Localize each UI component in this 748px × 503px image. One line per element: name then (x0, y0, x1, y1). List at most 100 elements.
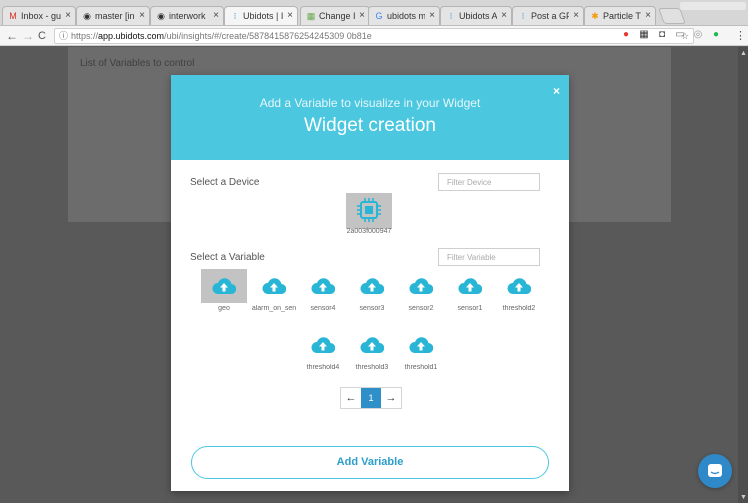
info-icon[interactable]: ⓘ (59, 29, 68, 43)
ext-cast-icon[interactable]: ▭ (674, 29, 686, 41)
browser-tab-title: Inbox - gu (21, 11, 61, 21)
device-section-label: Select a Device (190, 177, 260, 188)
current-page-button[interactable]: 1 (361, 388, 381, 408)
browser-tab[interactable]: ⁝ Post a GP × (512, 6, 584, 25)
tab-close-icon[interactable]: × (359, 10, 365, 21)
variable-tile-icon-area[interactable] (251, 269, 297, 303)
device-tile[interactable] (346, 193, 392, 229)
variable-tile-icon-area[interactable] (349, 269, 395, 303)
cloud-upload-icon (212, 278, 236, 295)
browser-tab-title: ubidots m (387, 11, 425, 21)
cloud-upload-icon (262, 278, 286, 295)
variable-tile-icon-area[interactable] (447, 269, 493, 303)
chat-launcher-button[interactable] (698, 454, 732, 488)
tab-close-icon[interactable]: × (429, 10, 435, 21)
ext-shield-icon[interactable]: ◘ (656, 29, 668, 41)
variable-filter-input[interactable] (438, 248, 540, 266)
modal-subtitle: Add a Variable to visualize in your Widg… (259, 96, 481, 110)
cloud-upload-icon (409, 337, 433, 354)
page-content: List of Variables to control ▲ ▼ Add a V… (0, 47, 748, 503)
prev-page-button[interactable]: ← (341, 388, 361, 408)
variable-tile-icon-area[interactable] (300, 328, 346, 362)
scroll-down-icon[interactable]: ▼ (740, 494, 747, 501)
pagination: ← 1 → (340, 387, 402, 409)
new-tab-button[interactable] (658, 8, 686, 24)
github-icon: ◉ (83, 11, 91, 21)
cloud-upload-icon (458, 278, 482, 295)
variable-tile-icon-area[interactable] (398, 269, 444, 303)
background-panel-label: List of Variables to control (80, 58, 195, 69)
browser-tab-title: Particle T (603, 11, 641, 21)
cloud-upload-icon (311, 278, 335, 295)
variable-tile-icon-area[interactable] (201, 269, 247, 303)
cloud-upload-icon (409, 278, 433, 295)
variable-name: threshold1 (404, 364, 438, 371)
url-host: app.ubidots.com (98, 31, 165, 41)
tab-close-icon[interactable]: × (501, 10, 507, 21)
tab-close-icon[interactable]: × (287, 10, 293, 21)
tab-close-icon[interactable]: × (139, 10, 145, 21)
ext-circle-icon[interactable]: ◎ (692, 29, 704, 41)
browser-tab[interactable]: ◉ master [in × (76, 6, 150, 25)
cloud-upload-icon (360, 278, 384, 295)
browser-tab-title: interwork (169, 11, 206, 21)
close-icon[interactable]: × (553, 84, 560, 98)
browser-tab[interactable]: M Inbox - gu × (2, 6, 76, 25)
page-scrollbar[interactable]: ▲ ▼ (738, 47, 748, 503)
browser-tab-title: Change I2 (319, 11, 355, 21)
browser-tab[interactable]: ⁝ Ubidots | I × (224, 6, 298, 25)
ext-red-icon[interactable]: ● (620, 29, 632, 41)
gmail-icon: M (9, 11, 17, 21)
cloud-upload-icon (360, 337, 384, 354)
browser-tab-bar: M Inbox - gu × ◉ master [in × ◉ interwork × ⁝ Ubid… (0, 0, 748, 26)
profile-area[interactable] (680, 2, 746, 10)
variable-tile-icon-area[interactable] (349, 328, 395, 362)
back-arrow-icon[interactable]: ← (6, 28, 18, 44)
add-variable-button[interactable]: Add Variable (191, 446, 549, 479)
variable-name: threshold2 (502, 305, 536, 312)
scroll-up-icon[interactable]: ▲ (740, 50, 747, 57)
ext-green-icon[interactable]: ● (710, 29, 722, 41)
browser-tab[interactable]: ⁝ Ubidots A × (440, 6, 512, 25)
device-name: 2a003f000947 (346, 228, 392, 235)
tab-close-icon[interactable]: × (213, 10, 219, 21)
particle-icon: ✱ (591, 11, 599, 21)
reload-icon[interactable]: C (38, 28, 46, 44)
variable-tile-icon-area[interactable] (496, 269, 542, 303)
browser-tab[interactable]: ◉ interwork × (150, 6, 224, 25)
github-icon: ◉ (157, 11, 165, 21)
ext-grid-icon[interactable]: ▦ (638, 29, 650, 41)
next-page-button[interactable]: → (381, 388, 401, 408)
cloud-upload-icon (311, 337, 335, 354)
google-icon: G (375, 11, 383, 21)
browser-tab[interactable]: ▦Change I2 × (300, 6, 370, 25)
variable-section-label: Select a Variable (190, 252, 265, 263)
browser-tab-title: master [in (95, 11, 135, 21)
browser-toolbar: ← → C ⓘ https://app.ubidots.com/ubi/insi… (0, 26, 748, 46)
browser-tab[interactable]: ✱ Particle T × (584, 6, 656, 25)
widget-creation-modal: Add a Variable to visualize in your Widg… (171, 75, 569, 491)
tab-close-icon[interactable]: × (573, 10, 579, 21)
tab-close-icon[interactable]: × (65, 10, 71, 21)
ubidots-icon: ⁝ (233, 11, 237, 21)
modal-title: Widget creation (303, 115, 436, 136)
modal-header: Add a Variable to visualize in your Widg… (171, 75, 569, 160)
device-filter-input[interactable] (438, 173, 540, 191)
variable-tile-icon-area[interactable] (300, 269, 346, 303)
browser-tab-title: Post a GP (531, 11, 569, 21)
chat-icon (708, 464, 722, 477)
menu-dots-icon[interactable]: ⋮ (735, 28, 746, 44)
chip-icon (357, 198, 381, 222)
cloud-upload-icon (507, 278, 531, 295)
url-bar[interactable]: ⓘ https://app.ubidots.com/ubi/insights/#… (54, 28, 694, 44)
browser-tab[interactable]: Gubidots m × (368, 6, 440, 25)
variable-tile-icon-area[interactable] (398, 328, 444, 362)
grid-icon: ▦ (306, 11, 316, 21)
browser-tab-title: Ubidots | I (243, 11, 283, 21)
ubidots-icon: ⁝ (521, 11, 525, 21)
forward-arrow-icon[interactable]: → (22, 28, 34, 44)
url-scheme: https:// (71, 31, 99, 41)
url-path: /ubi/insights/#/create/58784158762542453… (164, 31, 372, 41)
tab-close-icon[interactable]: × (645, 10, 651, 21)
ubidots-icon: ⁝ (449, 11, 453, 21)
